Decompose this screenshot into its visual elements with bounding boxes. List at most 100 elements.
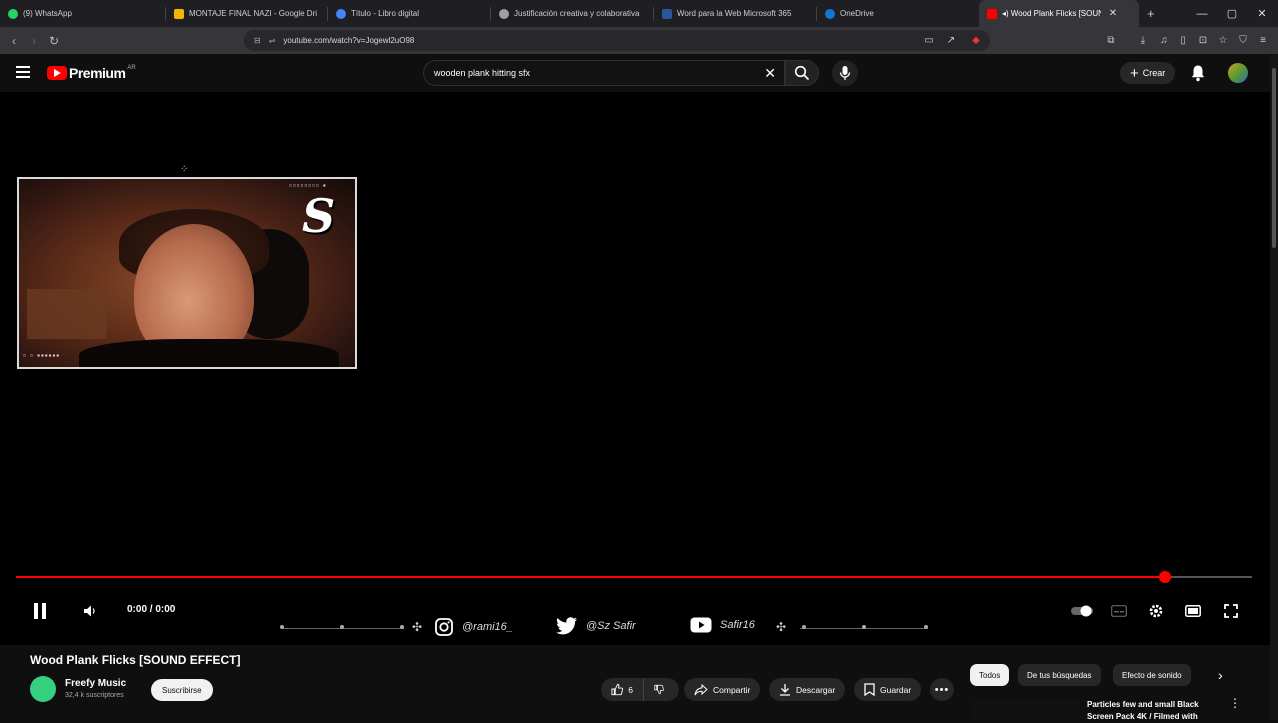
page-scrollbar[interactable] [1270, 54, 1278, 720]
more-actions-button[interactable]: ••• [930, 678, 954, 701]
settings-button[interactable] [1146, 601, 1166, 621]
progress-scrubber[interactable] [1159, 571, 1172, 583]
crosshair-icon: ✣ [412, 620, 423, 634]
bookmark-icon [864, 683, 875, 696]
search-input[interactable]: wooden plank hitting sfx ✕ [423, 60, 785, 86]
forward-icon[interactable]: › [24, 31, 44, 51]
extension-icon[interactable]: ⧉ [1103, 32, 1119, 48]
recommendation-title[interactable]: Particles few and small Black Screen Pac… [1087, 699, 1217, 723]
chip-todos[interactable]: Todos [970, 664, 1010, 686]
streamer-logo: S [302, 189, 336, 243]
menu-icon[interactable]: ≡ [1255, 32, 1271, 48]
share-page-icon[interactable]: ↗ [943, 32, 959, 48]
sidebar-icon[interactable]: ▯ [1175, 32, 1191, 48]
dislike-button[interactable] [643, 678, 679, 701]
pause-icon [34, 603, 46, 619]
browser-tab-drive[interactable]: MONTAJE FINAL NAZI - Google Dri [166, 0, 327, 27]
video-title: Wood Plank Flicks [SOUND EFFECT] [30, 653, 241, 667]
cast-icon[interactable]: ▭ [921, 32, 937, 48]
new-tab-button[interactable]: + [1139, 0, 1165, 27]
thumbs-up-icon [611, 683, 624, 696]
recommendation-menu-icon[interactable]: ⋮ [1229, 697, 1241, 709]
subtitles-icon [1111, 605, 1127, 617]
fullscreen-icon [1224, 604, 1238, 618]
address-bar: ‹ › ↻ ⊟ ⇌ youtube.com/watch?v=Jogewl2uO9… [0, 27, 1278, 54]
create-button[interactable]: + Crear [1120, 62, 1176, 84]
plus-icon: + [1130, 64, 1139, 82]
recommendation-thumbnail[interactable] [970, 699, 1080, 720]
reload-icon[interactable]: ↻ [44, 31, 64, 51]
globe-icon [499, 8, 509, 19]
favorites-icon[interactable]: ☆ [1215, 32, 1231, 48]
speaker-icon: ◂) [1002, 9, 1009, 18]
volume-button[interactable] [80, 601, 100, 621]
share-button[interactable]: Compartir [684, 678, 761, 701]
social-youtube: Safir16 [690, 617, 755, 633]
chevron-right-icon[interactable]: › [1209, 664, 1232, 686]
browser-tab-youtube-active[interactable]: ◂) Wood Plank Flicks [SOUND E ✕ [979, 0, 1139, 27]
channel-avatar[interactable] [30, 676, 56, 702]
document-icon [336, 8, 346, 19]
back-icon[interactable]: ‹ [4, 31, 24, 51]
word-icon [662, 8, 672, 19]
download-button[interactable]: Descargar [769, 678, 846, 701]
browser-tab-whatsapp[interactable]: (9) WhatsApp [0, 0, 165, 27]
chip-efecto-de-sonido[interactable]: Efecto de sonido [1113, 664, 1191, 686]
voice-search-button[interactable] [832, 60, 858, 86]
video-player[interactable]: ⁘ S ▫▫▫▫▫▫▫▫ ▪ ▫ ▫ ▪▪▪▪▪▪ 0:00 / 0:00 ✣ … [0, 92, 1270, 645]
browser-tab-onedrive[interactable]: OneDrive [817, 0, 979, 27]
browser-tab-bar: (9) WhatsApp MONTAJE FINAL NAZI - Google… [0, 0, 1278, 27]
whatsapp-icon [8, 8, 18, 19]
notifications-bell-icon[interactable] [1190, 64, 1206, 82]
screenshot-icon[interactable]: ⊡ [1195, 32, 1211, 48]
channel-name[interactable]: Freefy Music [65, 678, 126, 689]
more-dots-icon: ••• [934, 683, 950, 696]
instagram-icon [435, 618, 453, 636]
maximize-icon[interactable]: ▢ [1216, 0, 1248, 27]
site-info-icon[interactable]: ⇌ [269, 36, 276, 45]
twitter-icon [556, 617, 577, 635]
youtube-logo-icon [47, 66, 67, 80]
chip-de-tus-busquedas[interactable]: De tus búsquedas [1018, 664, 1101, 686]
theater-mode-button[interactable] [1183, 601, 1203, 621]
bookmark-icon[interactable]: ⊟ [254, 36, 261, 45]
decorative-dots: ⁘ [180, 164, 189, 175]
browser-tab-justificacion[interactable]: Justificación creativa y colaborativa [491, 0, 653, 27]
save-button[interactable]: Guardar [854, 678, 922, 701]
wallet-icon[interactable]: ⛉ [1235, 32, 1251, 48]
subtitles-button[interactable] [1109, 601, 1129, 621]
volume-icon [84, 605, 95, 617]
time-display: 0:00 / 0:00 [127, 604, 176, 615]
account-avatar[interactable] [1228, 63, 1248, 83]
search-button[interactable] [785, 60, 819, 86]
hamburger-menu-icon[interactable] [16, 66, 30, 78]
youtube-premium-logo[interactable]: Premium AR [47, 65, 136, 81]
shield-icon[interactable]: ◆ [968, 32, 984, 48]
subscribe-button[interactable]: Suscribirse [151, 679, 213, 701]
pause-button[interactable] [30, 601, 50, 621]
theater-mode-icon [1185, 605, 1201, 617]
autoplay-toggle[interactable] [1071, 601, 1093, 621]
thumbs-down-icon [654, 684, 664, 695]
onedrive-icon [825, 8, 835, 19]
download-icon[interactable]: ⤓ [1135, 32, 1151, 48]
youtube-icon [690, 617, 712, 633]
crosshair-icon: ✣ [776, 620, 787, 634]
youtube-icon [987, 8, 997, 19]
browser-tab-libro[interactable]: Título - Libro digital [328, 0, 490, 27]
url-field[interactable]: ⊟ ⇌ youtube.com/watch?v=Jogewl2uO98 [244, 30, 990, 51]
close-window-icon[interactable]: ✕ [1246, 0, 1278, 27]
google-drive-icon [174, 8, 184, 19]
fullscreen-button[interactable] [1221, 601, 1241, 621]
music-icon[interactable]: ♫ [1156, 32, 1172, 48]
download-icon [780, 684, 790, 696]
subscriber-count: 32,4 k suscriptores [65, 692, 124, 699]
like-button[interactable]: 6 [601, 678, 643, 701]
gear-icon [1149, 604, 1163, 618]
clear-search-icon[interactable]: ✕ [764, 65, 776, 82]
minimize-icon[interactable]: — [1186, 0, 1218, 27]
share-icon [694, 683, 708, 695]
close-tab-icon[interactable]: ✕ [1109, 8, 1117, 19]
browser-tab-word[interactable]: Word para la Web Microsoft 365 [654, 0, 816, 27]
progress-bar[interactable] [16, 571, 1252, 583]
